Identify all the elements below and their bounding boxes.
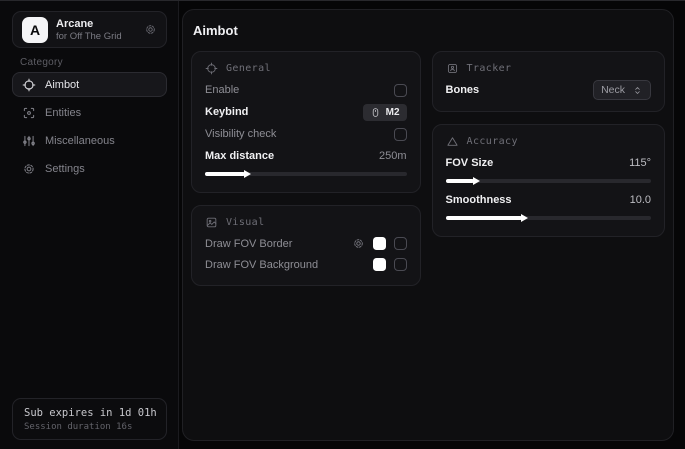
sidebar-item-miscellaneous[interactable]: Miscellaneous <box>12 128 167 153</box>
sidebar-nav: Aimbot Entities Miscellaneous Settings <box>12 72 167 181</box>
page-title: Aimbot <box>193 23 665 38</box>
general-card: General Enable Keybind M2 <box>191 51 421 193</box>
enable-label: Enable <box>205 84 239 96</box>
sliders-icon <box>22 134 36 148</box>
sidebar-item-aimbot[interactable]: Aimbot <box>12 72 167 97</box>
keybind-value: M2 <box>386 107 400 118</box>
app-name: Arcane <box>56 18 122 31</box>
column-left: General Enable Keybind M2 <box>191 51 421 286</box>
triangle-icon <box>446 135 459 148</box>
gear-icon <box>22 162 36 176</box>
draw-fov-border-label: Draw FOV Border <box>205 238 292 250</box>
crosshair-icon <box>205 62 218 75</box>
keybind-label: Keybind <box>205 106 248 118</box>
sidebar-item-label: Entities <box>45 107 81 119</box>
draw-fov-border-checkbox[interactable] <box>394 237 407 250</box>
smoothness-slider[interactable] <box>446 216 651 220</box>
app-title-block: Arcane for Off The Grid <box>56 18 122 42</box>
category-label: Category <box>20 57 63 68</box>
header-gear-icon[interactable] <box>144 23 157 36</box>
general-card-title: General <box>226 63 271 74</box>
app-logo: A <box>22 17 48 43</box>
bones-label: Bones <box>446 84 480 96</box>
bones-row: Bones Neck <box>446 79 651 101</box>
sidebar-item-entities[interactable]: Entities <box>12 100 167 125</box>
smoothness-slider-thumb[interactable] <box>521 214 528 222</box>
person-focus-icon <box>446 62 459 75</box>
column-right: Tracker Bones Neck Accuracy <box>432 51 665 237</box>
visibility-check-row: Visibility check <box>205 123 407 145</box>
visibility-check-checkbox[interactable] <box>394 128 407 141</box>
fov-size-slider-fill <box>446 179 475 183</box>
max-distance-slider[interactable] <box>205 172 407 176</box>
visual-card-header: Visual <box>205 214 407 230</box>
smoothness-slider-fill <box>446 216 522 220</box>
max-distance-slider-thumb[interactable] <box>244 170 251 178</box>
visual-card-title: Visual <box>226 217 265 228</box>
sidebar-item-label: Miscellaneous <box>45 135 115 147</box>
enable-row: Enable <box>205 79 407 101</box>
main-panel: Aimbot General Enable Keybind <box>182 9 674 441</box>
image-icon <box>205 216 218 229</box>
fov-size-row: FOV Size 115° <box>446 152 651 174</box>
subscription-card: Sub expires in 1d 01h Session duration 1… <box>12 398 167 440</box>
scan-eye-icon <box>22 106 36 120</box>
keybind-button[interactable]: M2 <box>363 104 407 121</box>
smoothness-label: Smoothness <box>446 194 512 206</box>
smoothness-value: 10.0 <box>630 194 651 206</box>
fov-size-slider-thumb[interactable] <box>473 177 480 185</box>
visual-card: Visual Draw FOV Border Draw FOV Backgrou… <box>191 205 421 286</box>
draw-fov-background-row: Draw FOV Background <box>205 254 407 275</box>
app-subtitle: for Off The Grid <box>56 31 122 42</box>
accuracy-card: Accuracy FOV Size 115° Smoothness <box>432 124 665 237</box>
tracker-card-title: Tracker <box>467 63 512 74</box>
max-distance-slider-fill <box>205 172 245 176</box>
max-distance-value: 250m <box>379 150 407 162</box>
fov-size-label: FOV Size <box>446 157 494 169</box>
app-header-card: A Arcane for Off The Grid <box>12 11 167 48</box>
bones-selected-value: Neck <box>601 84 625 96</box>
sidebar-item-label: Settings <box>45 163 85 175</box>
visibility-check-label: Visibility check <box>205 128 276 140</box>
fov-background-color-swatch[interactable] <box>373 258 386 271</box>
accuracy-card-header: Accuracy <box>446 133 651 149</box>
sidebar-item-settings[interactable]: Settings <box>12 156 167 181</box>
draw-fov-border-row: Draw FOV Border <box>205 233 407 254</box>
tracker-card: Tracker Bones Neck <box>432 51 665 112</box>
session-duration-text: Session duration 16s <box>24 422 155 432</box>
tracker-card-header: Tracker <box>446 60 651 76</box>
smoothness-row: Smoothness 10.0 <box>446 189 651 211</box>
fov-size-slider[interactable] <box>446 179 651 183</box>
sub-expires-text: Sub expires in 1d 01h <box>24 407 155 419</box>
mouse-icon <box>370 107 381 118</box>
fov-size-value: 115° <box>629 157 651 169</box>
keybind-row: Keybind M2 <box>205 101 407 123</box>
enable-checkbox[interactable] <box>394 84 407 97</box>
draw-fov-background-checkbox[interactable] <box>394 258 407 271</box>
unfold-arrows-icon <box>632 85 643 96</box>
card-columns: General Enable Keybind M2 <box>191 51 665 286</box>
bones-select-button[interactable]: Neck <box>593 80 651 100</box>
draw-fov-background-label: Draw FOV Background <box>205 259 318 271</box>
crosshair-icon <box>22 78 36 92</box>
general-card-header: General <box>205 60 407 76</box>
max-distance-row: Max distance 250m <box>205 145 407 167</box>
fov-border-color-swatch[interactable] <box>373 237 386 250</box>
sidebar: A Arcane for Off The Grid Category Aimbo… <box>0 1 179 449</box>
max-distance-label: Max distance <box>205 150 274 162</box>
accuracy-card-title: Accuracy <box>467 136 518 147</box>
sidebar-item-label: Aimbot <box>45 79 79 91</box>
fov-border-settings-gear-icon[interactable] <box>352 237 365 250</box>
